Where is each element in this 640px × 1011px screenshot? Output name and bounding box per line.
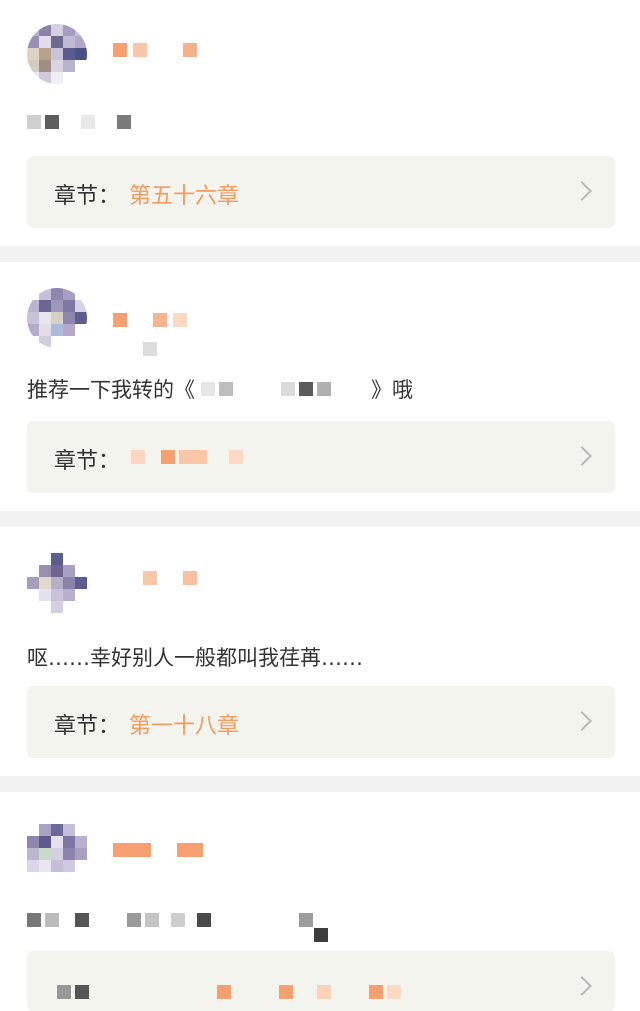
username-mark (143, 342, 157, 356)
comment-text: 推荐一下我转的《 》哦 (27, 374, 413, 404)
comment-text-blurred (27, 115, 131, 129)
chevron-right-icon (572, 446, 592, 466)
chevron-right-icon (572, 181, 592, 201)
comment-text-blurred (27, 913, 313, 927)
chapter-label: 章节： (54, 449, 121, 474)
chapter-value: 第一十八章 (129, 714, 240, 739)
comment-card: 呕……幸好别人一般都叫我荏苒…… 章节： 第一十八章 (0, 527, 640, 776)
username-blurred[interactable] (113, 42, 197, 58)
separator (0, 511, 640, 527)
username-blurred[interactable] (113, 312, 187, 328)
book-title-blurred (201, 382, 365, 396)
avatar[interactable] (27, 24, 87, 84)
chapter-value-blurred (57, 985, 401, 999)
comment-text: 呕……幸好别人一般都叫我荏苒…… (27, 646, 363, 670)
username-blurred[interactable] (113, 842, 203, 858)
comment-card: 推荐一下我转的《 》哦 章节： (0, 262, 640, 511)
avatar[interactable] (27, 824, 87, 884)
comment-text-suffix: 》哦 (371, 378, 413, 402)
chapter-value-blurred (131, 450, 243, 464)
chapter-link[interactable]: 章节： 第一十八章 (27, 686, 615, 758)
separator (0, 246, 640, 262)
comment-text-prefix: 推荐一下我转的《 (27, 378, 195, 402)
comment-card (0, 792, 640, 1011)
chapter-label: 章节： (54, 184, 121, 209)
avatar[interactable] (27, 553, 87, 613)
separator (0, 776, 640, 792)
chapter-value: 第五十六章 (129, 184, 240, 209)
avatar[interactable] (27, 288, 87, 348)
chapter-link[interactable]: 章节： (27, 421, 615, 493)
comment-card: 章节： 第五十六章 (0, 0, 640, 246)
comment-text-mark (314, 928, 328, 942)
chevron-right-icon (572, 976, 592, 996)
username-blurred[interactable] (113, 570, 197, 586)
chapter-link[interactable]: 章节： 第五十六章 (27, 156, 615, 228)
chevron-right-icon (572, 711, 592, 731)
chapter-link[interactable] (27, 951, 615, 1011)
chapter-label: 章节： (54, 714, 121, 739)
